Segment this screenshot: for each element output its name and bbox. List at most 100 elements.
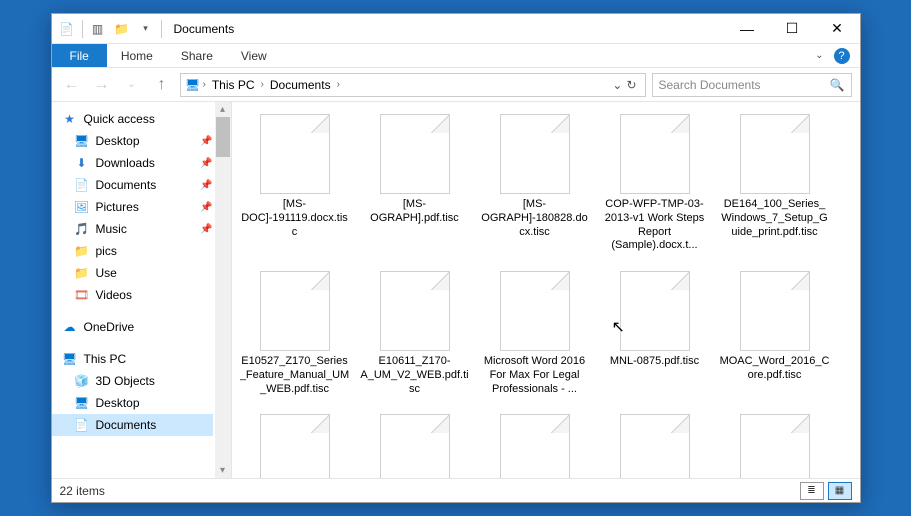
file-thumb-icon	[380, 271, 450, 351]
nav-quick-access[interactable]: ★ Quick access	[52, 108, 213, 130]
scroll-up-icon[interactable]: ▴	[220, 104, 225, 115]
nav-recent-dropdown[interactable]: ⌄	[120, 73, 144, 97]
file-thumb-icon	[620, 271, 690, 351]
file-item[interactable]	[720, 414, 830, 478]
documents-icon: 📄	[74, 177, 90, 193]
cloud-icon: ☁	[62, 319, 78, 335]
close-button[interactable]: ✕	[815, 14, 860, 44]
file-item[interactable]	[360, 414, 470, 478]
search-placeholder: Search Documents	[659, 78, 761, 92]
search-input[interactable]: Search Documents 🔍	[652, 73, 852, 97]
file-item[interactable]	[240, 414, 350, 478]
file-thumb-icon	[260, 414, 330, 478]
file-label: E10611_Z170-A_UM_V2_WEB.pdf.tisc	[360, 355, 470, 396]
pin-icon: 📌	[200, 158, 212, 169]
file-item[interactable]	[480, 414, 590, 478]
file-label: DE164_100_Series_Windows_7_Setup_Guide_p…	[720, 198, 830, 239]
file-thumb-icon	[740, 414, 810, 478]
file-thumb-icon	[260, 271, 330, 351]
file-pane[interactable]: [MS-DOC]-191119.docx.tisc [MS-OGRAPH].pdf…	[232, 102, 860, 478]
system-menu-icon[interactable]: 📄	[56, 18, 78, 40]
pin-icon: 📌	[200, 202, 212, 213]
file-item[interactable]: MOAC_Word_2016_Core.pdf.tisc	[720, 271, 830, 396]
nav-label: Quick access	[84, 112, 155, 126]
nav-item-pics[interactable]: 📁pics	[52, 240, 213, 262]
nav-back-button[interactable]: ←	[60, 73, 84, 97]
breadcrumb-this-pc[interactable]: This PC	[208, 78, 259, 92]
file-label: MOAC_Word_2016_Core.pdf.tisc	[720, 355, 830, 383]
folder-icon: 📁	[74, 265, 90, 281]
nav-forward-button[interactable]: →	[90, 73, 114, 97]
3d-objects-icon: 🧊	[74, 373, 90, 389]
refresh-icon[interactable]: ↻	[626, 78, 636, 92]
file-thumb-icon	[620, 114, 690, 194]
file-item[interactable]: [MS-OGRAPH]-180828.docx.tisc	[480, 114, 590, 253]
file-label: [MS-OGRAPH].pdf.tisc	[360, 198, 470, 226]
file-label: MNL-0875.pdf.tisc	[610, 355, 699, 369]
file-item[interactable]: E10611_Z170-A_UM_V2_WEB.pdf.tisc	[360, 271, 470, 396]
nav-this-pc[interactable]: 🖥This PC	[52, 348, 213, 370]
qat-properties-icon[interactable]: ▥	[87, 18, 109, 40]
address-bar: ← → ⌄ ↑ 🖥 › This PC › Documents › ⌄ ↻ Se…	[52, 68, 860, 102]
pin-icon: 📌	[200, 136, 212, 147]
file-item[interactable]: [MS-OGRAPH].pdf.tisc	[360, 114, 470, 253]
file-item[interactable]	[600, 414, 710, 478]
view-large-icons-button[interactable]: ▦	[828, 482, 852, 500]
nav-item-documents[interactable]: 📄Documents📌	[52, 174, 213, 196]
nav-item-music[interactable]: 🎵Music📌	[52, 218, 213, 240]
view-details-button[interactable]: ≣	[800, 482, 824, 500]
file-item[interactable]: COP-WFP-TMP-03-2013-v1 Work Steps Report…	[600, 114, 710, 253]
documents-icon: 📄	[74, 417, 90, 433]
help-icon[interactable]: ?	[834, 48, 850, 64]
file-thumb-icon	[380, 114, 450, 194]
nav-item-desktop[interactable]: 🖥Desktop📌	[52, 130, 213, 152]
ribbon-tab-home[interactable]: Home	[107, 44, 167, 67]
ribbon-tab-file[interactable]: File	[52, 44, 107, 67]
file-label: COP-WFP-TMP-03-2013-v1 Work Steps Report…	[600, 198, 710, 253]
ribbon-tab-view[interactable]: View	[227, 44, 281, 67]
navpane-scrollbar[interactable]: ▴ ▾	[215, 102, 231, 478]
chevron-right-icon[interactable]: ›	[203, 79, 206, 90]
nav-item-pictures[interactable]: 🖼Pictures📌	[52, 196, 213, 218]
nav-item-use[interactable]: 📁Use	[52, 262, 213, 284]
scrollbar-thumb[interactable]	[216, 117, 230, 157]
navigation-pane: ★ Quick access 🖥Desktop📌 ⬇Downloads📌 📄Do…	[52, 102, 232, 478]
status-bar: 22 items ≣ ▦	[52, 478, 860, 502]
breadcrumb-documents[interactable]: Documents	[266, 78, 335, 92]
qat-customize-icon[interactable]: ▾	[135, 18, 157, 40]
nav-item-downloads[interactable]: ⬇Downloads📌	[52, 152, 213, 174]
qat-new-folder-icon[interactable]: 📁	[111, 18, 133, 40]
scroll-down-icon[interactable]: ▾	[220, 465, 225, 476]
file-thumb-icon	[500, 114, 570, 194]
nav-item-videos[interactable]: 🎞Videos	[52, 284, 213, 306]
breadcrumb[interactable]: 🖥 › This PC › Documents › ⌄ ↻	[180, 73, 646, 97]
chevron-right-icon[interactable]: ›	[337, 79, 340, 90]
minimize-button[interactable]: —	[725, 14, 770, 44]
folder-icon: 📁	[74, 243, 90, 259]
file-label: [MS-DOC]-191119.docx.tisc	[240, 198, 350, 239]
title-bar: 📄 ▥ 📁 ▾ Documents — ☐ ✕	[52, 14, 860, 44]
file-item[interactable]: DE164_100_Series_Windows_7_Setup_Guide_p…	[720, 114, 830, 253]
nav-item-3d-objects[interactable]: 🧊3D Objects	[52, 370, 213, 392]
maximize-button[interactable]: ☐	[770, 14, 815, 44]
nav-item-desktop-pc[interactable]: 🖥Desktop	[52, 392, 213, 414]
file-item[interactable]: E10527_Z170_Series_Feature_Manual_UM_WEB…	[240, 271, 350, 396]
pin-icon: 📌	[200, 224, 212, 235]
file-label: [MS-OGRAPH]-180828.docx.tisc	[480, 198, 590, 239]
file-item[interactable]: [MS-DOC]-191119.docx.tisc	[240, 114, 350, 253]
chevron-right-icon[interactable]: ›	[261, 79, 264, 90]
pictures-icon: 🖼	[74, 199, 90, 215]
ribbon-expand-icon[interactable]: ⌄	[815, 50, 823, 61]
file-thumb-icon	[740, 114, 810, 194]
nav-onedrive[interactable]: ☁OneDrive	[52, 316, 213, 338]
file-item[interactable]: Microsoft Word 2016 For Max For Legal Pr…	[480, 271, 590, 396]
file-label: Microsoft Word 2016 For Max For Legal Pr…	[480, 355, 590, 396]
ribbon-tab-share[interactable]: Share	[167, 44, 227, 67]
breadcrumb-root-icon: 🖥	[185, 77, 201, 93]
search-icon: 🔍	[830, 78, 845, 92]
file-item[interactable]: MNL-0875.pdf.tisc	[600, 271, 710, 396]
music-icon: 🎵	[74, 221, 90, 237]
nav-up-button[interactable]: ↑	[150, 73, 174, 97]
address-dropdown-icon[interactable]: ⌄	[612, 78, 622, 92]
nav-item-documents-pc[interactable]: 📄Documents	[52, 414, 213, 436]
